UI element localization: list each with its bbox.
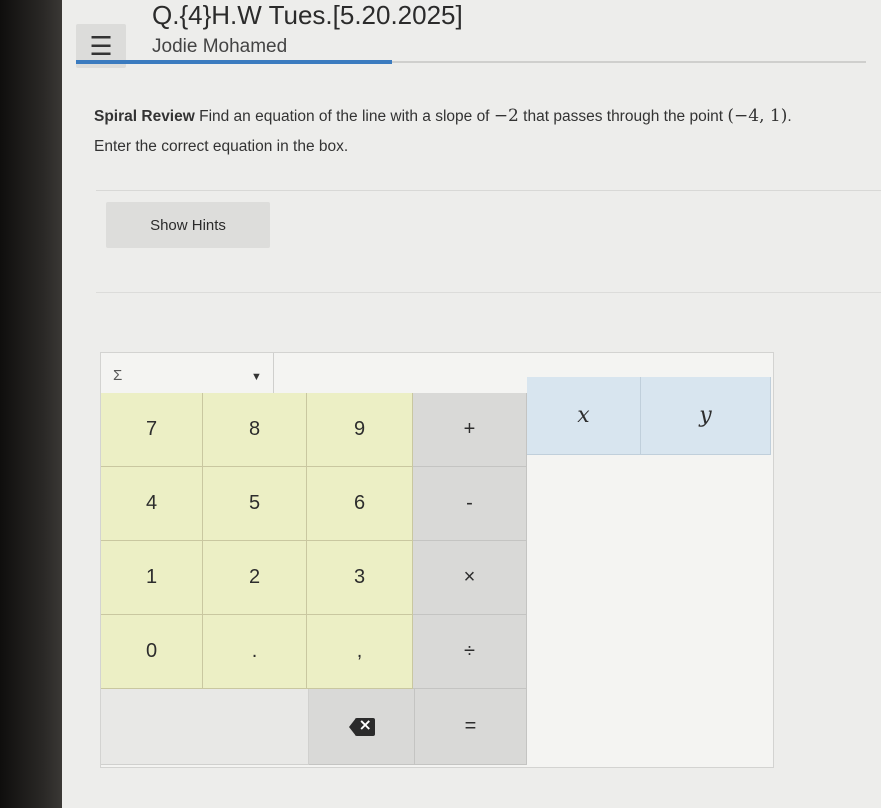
device-bezel: [0, 0, 62, 808]
key-4[interactable]: 4: [101, 467, 203, 541]
key-equals[interactable]: =: [415, 689, 527, 765]
instruction-text: Enter the correct equation in the box.: [94, 138, 349, 155]
key-6[interactable]: 6: [307, 467, 413, 541]
key-1[interactable]: 1: [101, 541, 203, 615]
section-divider: [96, 292, 881, 293]
sigma-icon: Σ: [113, 367, 123, 384]
question-text: Spiral Review Find an equation of the li…: [94, 106, 792, 126]
key-blank: [101, 689, 309, 765]
key-multiply[interactable]: ×: [413, 541, 527, 615]
key-x[interactable]: x: [527, 377, 641, 455]
assignment-header: ☰ Q.{4}H.W Tues.[5.20.2025] Jodie Mohame…: [62, 0, 881, 68]
question-slope: −2: [493, 106, 519, 126]
key-decimal[interactable]: .: [203, 615, 307, 689]
key-y[interactable]: y: [641, 377, 771, 455]
key-comma[interactable]: ,: [307, 615, 413, 689]
backspace-icon: ×: [348, 715, 375, 736]
question-point: (−4, 1): [727, 106, 788, 126]
key-7[interactable]: 7: [101, 393, 203, 467]
key-divide[interactable]: ÷: [413, 615, 527, 689]
key-3[interactable]: 3: [307, 541, 413, 615]
key-9[interactable]: 9: [307, 393, 413, 467]
question-label: Spiral Review: [94, 108, 195, 125]
question-part-2: that passes through the point: [518, 108, 728, 125]
chevron-down-icon[interactable]: ▼: [251, 371, 262, 383]
key-0[interactable]: 0: [101, 615, 203, 689]
key-minus[interactable]: -: [413, 467, 527, 541]
backspace-button[interactable]: ×: [309, 689, 415, 765]
key-2[interactable]: 2: [203, 541, 307, 615]
key-8[interactable]: 8: [203, 393, 307, 467]
key-5[interactable]: 5: [203, 467, 307, 541]
keypad-toolbar[interactable]: Σ ▼: [101, 353, 274, 393]
show-hints-button[interactable]: Show Hints: [106, 202, 270, 248]
question-part-1: Find an equation of the line with a slop…: [194, 108, 494, 125]
progress-bar: [76, 60, 392, 64]
question-end: .: [787, 108, 792, 125]
math-keypad: Σ ▼ 7 8 9 4 5 6 1 2 3 0 . , × + - × ÷ = …: [100, 352, 774, 768]
assignment-title: Q.{4}H.W Tues.[5.20.2025]: [152, 0, 463, 30]
app-screen: ☰ Q.{4}H.W Tues.[5.20.2025] Jodie Mohame…: [62, 0, 881, 808]
hamburger-icon: ☰: [89, 30, 113, 61]
key-plus[interactable]: +: [413, 393, 527, 467]
student-name: Jodie Mohamed: [152, 36, 288, 57]
